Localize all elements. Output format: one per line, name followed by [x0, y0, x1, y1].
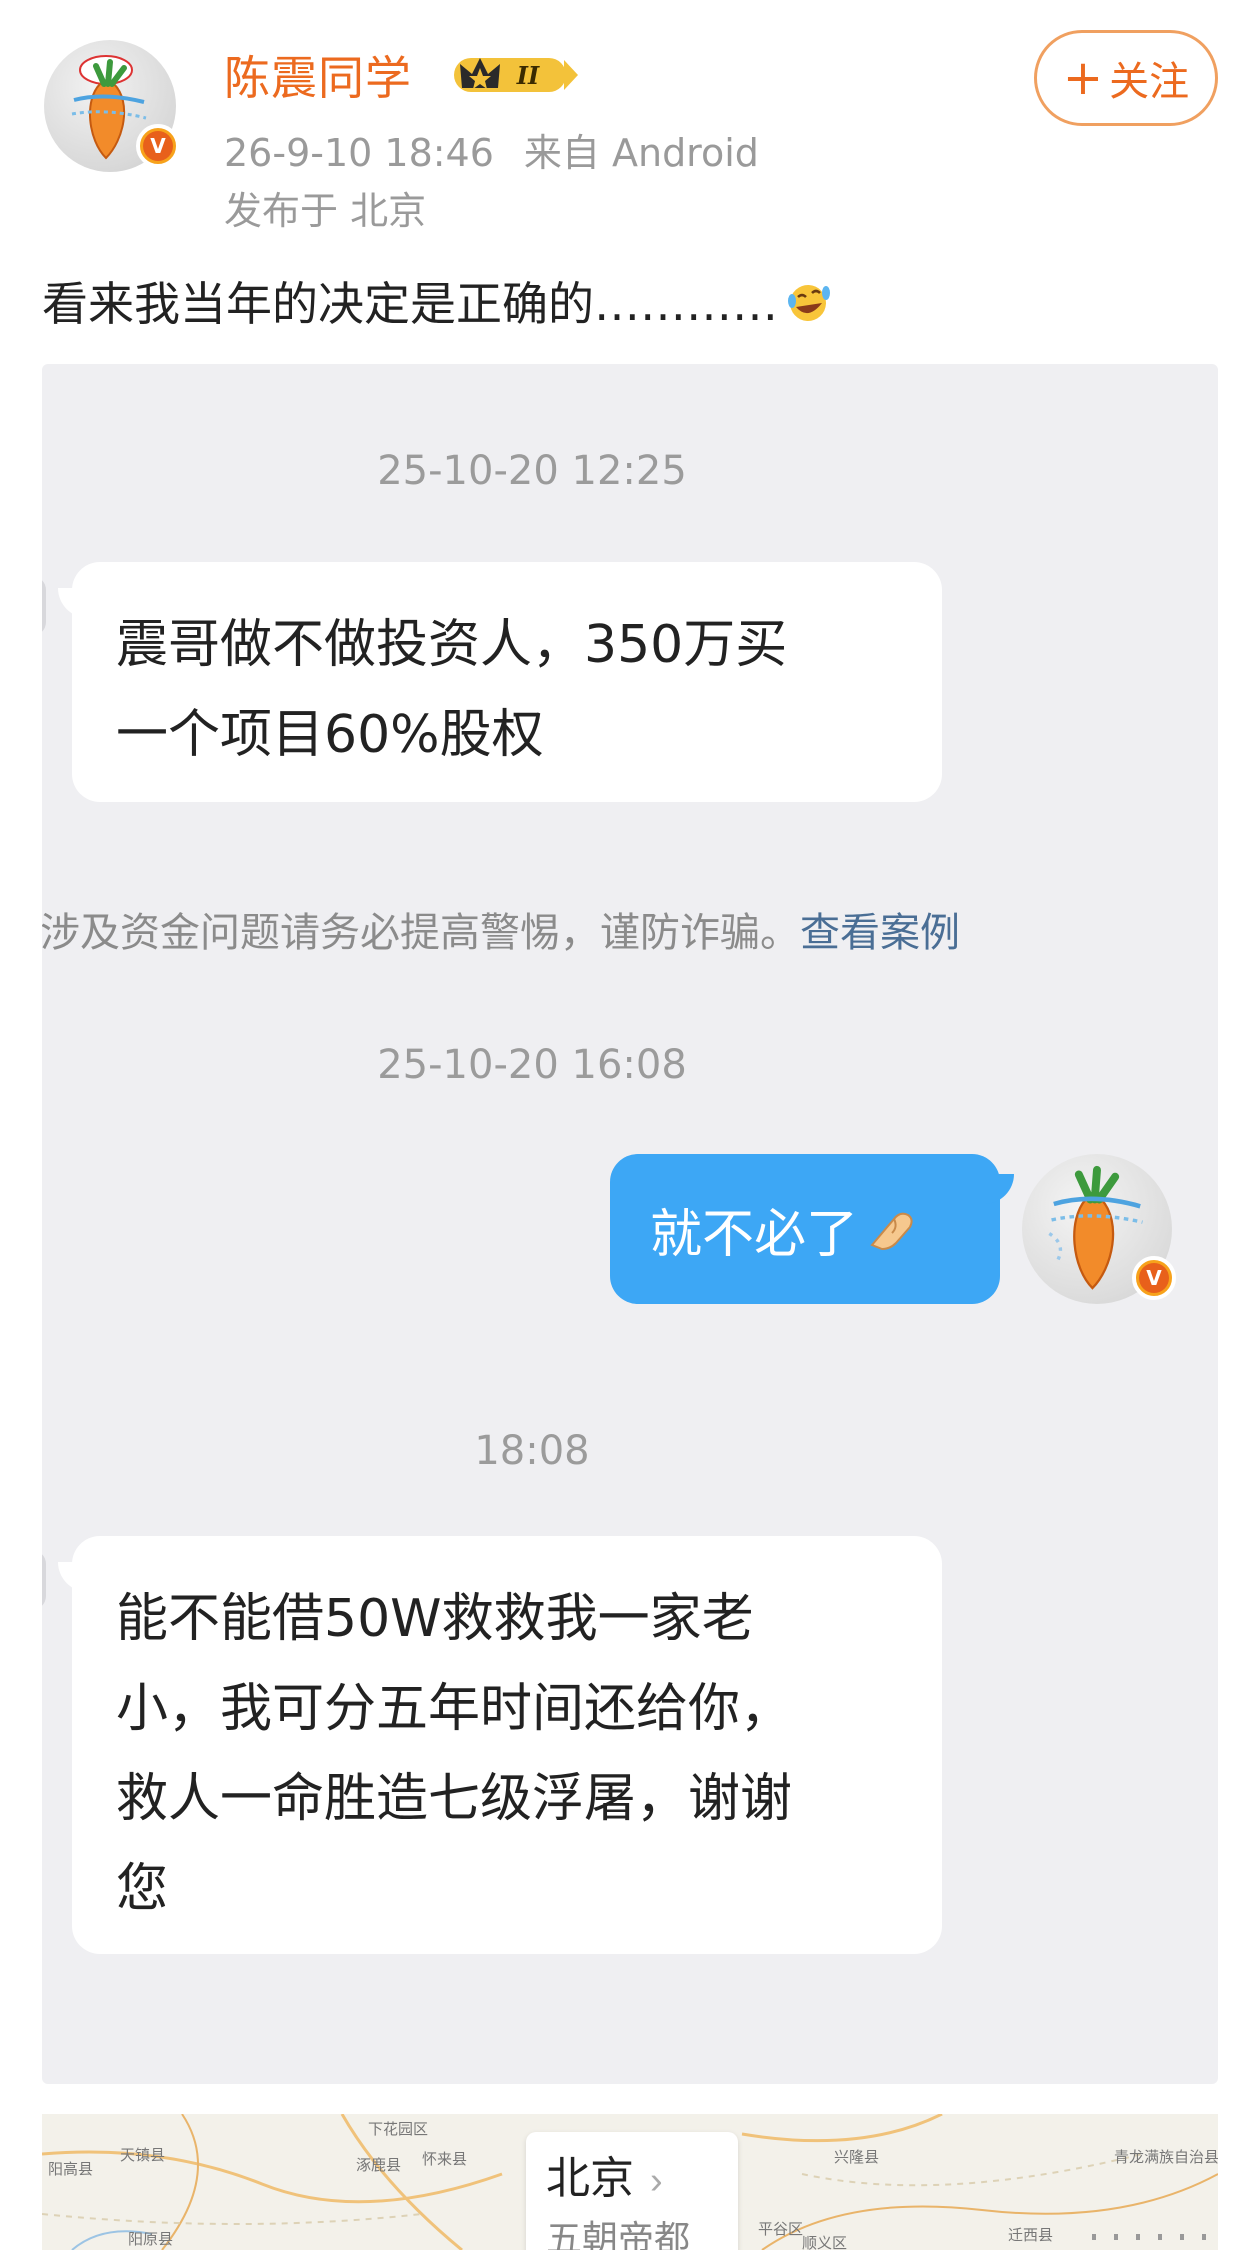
map-place-label: 兴隆县 [834, 2148, 880, 2166]
outgoing-message[interactable]: 就不必了 [610, 1154, 1014, 1304]
post-source: 来自 Android [523, 131, 759, 175]
map-place-label: 怀来县 [422, 2150, 468, 2168]
map-place-label: 迁西县 [1008, 2226, 1054, 2244]
follow-button[interactable]: + 关注 [1034, 30, 1218, 126]
chat-timestamp: 18:08 [474, 1428, 590, 1474]
location-map[interactable]: 阳高县 天镇县 下花园区 怀来县 涿鹿县 兴隆县 青龙满族自治县 阳原县 平谷区… [42, 2114, 1218, 2250]
fraud-warning: 涉及资金问题请务必提高警惕，谨防诈骗。查看案例 [42, 900, 960, 958]
map-place-label: 下花园区 [368, 2120, 429, 2138]
map-place-label: 平谷区 [758, 2220, 804, 2238]
user-avatar[interactable]: V [44, 40, 180, 172]
chat-timestamp: 25-10-20 16:08 [377, 1042, 687, 1088]
map-scale-icon [1092, 2234, 1218, 2240]
username[interactable]: 陈震同学 [224, 42, 412, 108]
post-timestamp: 26-9-10 18:46 [224, 131, 494, 175]
map-place-label: 青龙满族自治县 [1114, 2148, 1218, 2166]
location-city: 北京 [546, 2153, 634, 2204]
post-text: 看来我当年的决定是正确的………… [42, 268, 832, 334]
message-line: 一个项目60%股权 [116, 705, 544, 765]
incoming-message[interactable]: 能不能借50W救救我一家老 小，我可分五年时间还给你， 救人一命胜造七级浮屠，谢… [58, 1536, 942, 1954]
message-text: 就不必了 [650, 1204, 859, 1265]
laughing-tears-icon [788, 285, 830, 321]
follow-label: 关注 [1109, 59, 1190, 105]
my-avatar[interactable]: V [1022, 1154, 1176, 1304]
chat-timestamp: 25-10-20 12:25 [377, 448, 687, 494]
post-meta: 26-9-10 18:46 来自 Android [224, 122, 759, 177]
sender-avatar-edge [42, 1550, 46, 1610]
map-place-label: 涿鹿县 [356, 2156, 402, 2174]
weibo-post: V 陈震同学 II 26-9-10 18:46 来自 Android 发布于 北京… [0, 0, 1260, 2250]
incoming-message[interactable]: 震哥做不做投资人，350万买 一个项目60%股权 [58, 562, 942, 802]
chat-screenshot: 25-10-20 12:25 震哥做不做投资人，350万买 一个项目60%股权 … [42, 364, 1218, 2084]
message-line: 小，我可分五年时间还给你， [116, 1679, 793, 1739]
plus-icon: + [1062, 50, 1104, 106]
post-body: 看来我当年的决定是正确的………… [42, 277, 778, 331]
vip-level-text: II [516, 61, 540, 90]
message-line: 您 [116, 1859, 169, 1919]
vip-level-badge: II [454, 58, 578, 92]
location-description: 五朝帝都 [546, 2219, 691, 2250]
post-location: 发布于 北京 [224, 189, 427, 233]
view-cases-link[interactable]: 查看案例 [800, 910, 960, 956]
warning-text: 涉及资金问题请务必提高警惕，谨防诈骗。 [42, 910, 800, 956]
map-place-label: 阳原县 [128, 2230, 174, 2248]
location-card[interactable]: 北京 › 五朝帝都 [526, 2132, 738, 2250]
message-line: 震哥做不做投资人，350万买 [116, 615, 788, 675]
message-line: 能不能借50W救救我一家老 [116, 1589, 754, 1649]
verified-badge-icon: V [136, 124, 180, 168]
sender-avatar-edge [42, 576, 46, 636]
pinched-hand-icon [870, 1212, 913, 1251]
map-place-label: 天镇县 [120, 2146, 166, 2164]
verified-badge-icon: V [1132, 1256, 1176, 1300]
chevron-right-icon: › [650, 2160, 663, 2202]
map-place-label: 顺义区 [802, 2234, 848, 2250]
message-line: 救人一命胜造七级浮屠，谢谢 [116, 1769, 793, 1829]
map-place-label: 阳高县 [48, 2160, 94, 2178]
